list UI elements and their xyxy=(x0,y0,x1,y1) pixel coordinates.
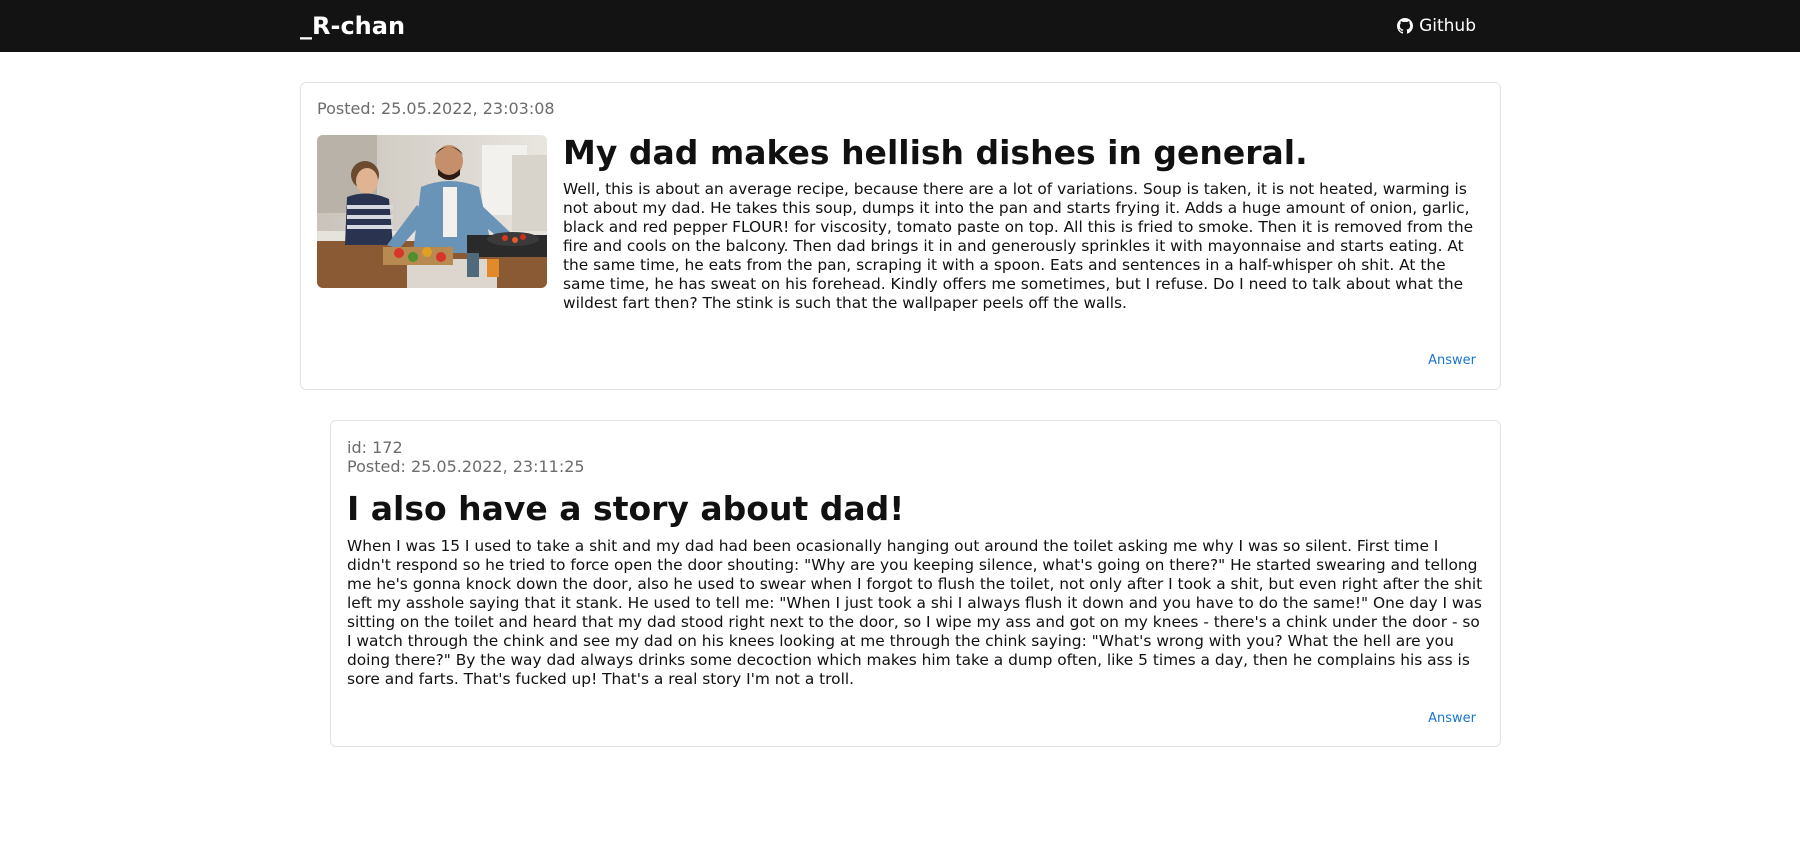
post-date: Posted: 25.05.2022, 23:11:25 xyxy=(347,457,585,476)
post-card: Posted: 25.05.2022, 23:03:08 My dad make… xyxy=(300,82,1501,390)
github-label: Github xyxy=(1419,16,1476,36)
brand-logo[interactable]: _R-chan xyxy=(300,10,405,42)
post-body: Well, this is about an average recipe, b… xyxy=(563,180,1474,312)
post-title: I also have a story about dad! xyxy=(347,489,905,528)
post-id: id: 172 xyxy=(347,438,403,457)
post-date: Posted: 25.05.2022, 23:03:08 xyxy=(317,99,555,118)
top-navbar: _R-chan Github xyxy=(0,0,1800,52)
github-link[interactable]: Github xyxy=(1397,15,1476,37)
reply-card: id: 172 Posted: 25.05.2022, 23:11:25 I a… xyxy=(330,420,1501,747)
post-image xyxy=(317,135,547,288)
answer-link[interactable]: Answer xyxy=(1428,353,1476,369)
answer-link[interactable]: Answer xyxy=(1428,711,1476,727)
post-title: My dad makes hellish dishes in general. xyxy=(563,133,1308,172)
github-icon xyxy=(1397,18,1414,34)
post-body: When I was 15 I used to take a shit and … xyxy=(347,537,1483,688)
